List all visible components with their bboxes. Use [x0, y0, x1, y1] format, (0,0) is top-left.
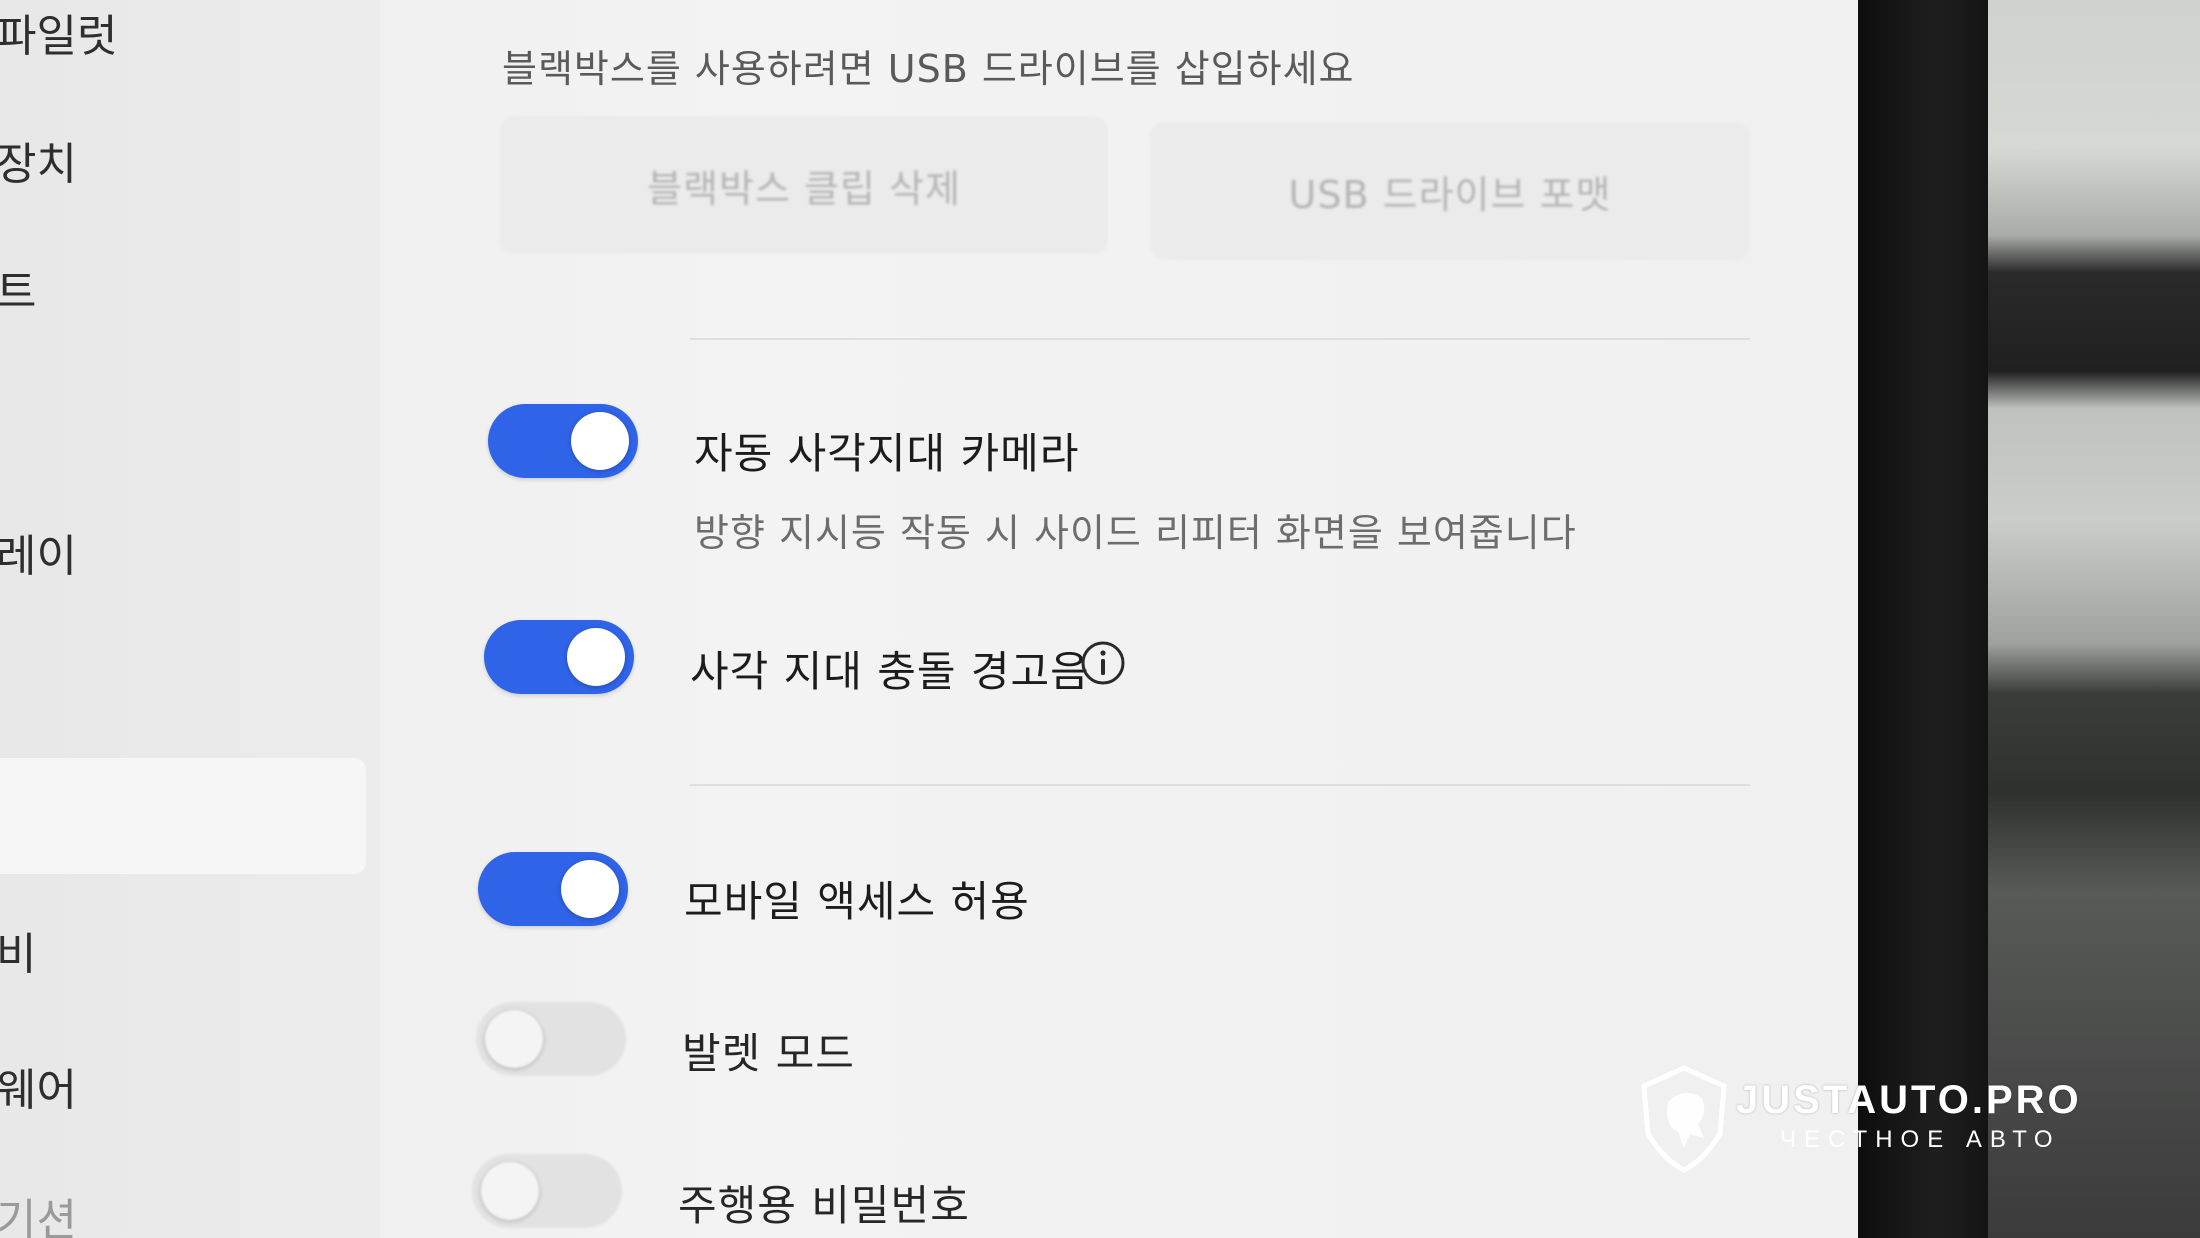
sidebar-item-selected[interactable]: [0, 758, 366, 874]
settings-sidebar: 파일럿 장치 트 레이 비 웨어 기션: [0, 0, 380, 1238]
valet-mode-label: 발렛 모드: [682, 1029, 855, 1078]
pin-to-drive-toggle[interactable]: [472, 1154, 622, 1228]
mobile-access-label: 모바일 액세스 허용: [684, 877, 1030, 926]
sidebar-item-autopilot[interactable]: 파일럿: [0, 0, 117, 64]
pin-to-drive-label: 주행용 비밀번호: [678, 1181, 970, 1230]
auto-blind-spot-camera-description: 방향 지시등 작동 시 사이드 리피터 화면을 보여줍니다: [694, 511, 1577, 555]
watermark: JUSTAUTO.PRO ЧЕСТНОЕ АВТО: [1628, 1064, 2188, 1174]
delete-dashcam-clips-button[interactable]: 블랙박스 클립 삭제: [500, 116, 1108, 254]
mobile-access-toggle[interactable]: [478, 852, 628, 926]
sidebar-item-navigation[interactable]: 기션: [0, 1184, 77, 1238]
toggle-knob: [561, 860, 619, 918]
section-divider: [690, 338, 1750, 340]
toggle-knob: [481, 1162, 539, 1220]
format-usb-button[interactable]: USB 드라이브 포맷: [1150, 122, 1750, 260]
blind-spot-warning-chime-label: 사각 지대 충돌 경고음: [690, 647, 1090, 696]
sidebar-item-partial[interactable]: 트: [0, 256, 36, 320]
lion-shield-logo-icon: [1641, 1065, 1727, 1173]
toggle-knob: [485, 1010, 543, 1068]
sidebar-item-software[interactable]: 웨어: [0, 1054, 77, 1118]
auto-blind-spot-camera-toggle[interactable]: [488, 404, 638, 478]
toggle-knob: [571, 412, 629, 470]
toggle-knob: [567, 628, 625, 686]
watermark-title: JUSTAUTO.PRO: [1736, 1078, 2082, 1122]
sidebar-item-service[interactable]: 비: [0, 918, 36, 982]
watermark-subtitle: ЧЕСТНОЕ АВТО: [1780, 1126, 2061, 1153]
section-divider: [690, 784, 1750, 786]
valet-mode-toggle[interactable]: [476, 1002, 626, 1076]
auto-blind-spot-camera-label: 자동 사각지대 카메라: [694, 429, 1080, 478]
sidebar-item-locks[interactable]: 장치: [0, 128, 77, 192]
blind-spot-warning-chime-toggle[interactable]: [484, 620, 634, 694]
car-interior-background: [1988, 0, 2200, 1238]
sidebar-item-display[interactable]: 레이: [0, 520, 77, 584]
touchscreen: 파일럿 장치 트 레이 비 웨어 기션 블랙박스를 사용하려면 USB 드라이브…: [0, 0, 1858, 1238]
info-icon[interactable]: [1080, 640, 1126, 686]
usb-insert-message: 블랙박스를 사용하려면 USB 드라이브를 삽입하세요: [502, 47, 1355, 91]
screen-bezel: [1858, 0, 1988, 1238]
